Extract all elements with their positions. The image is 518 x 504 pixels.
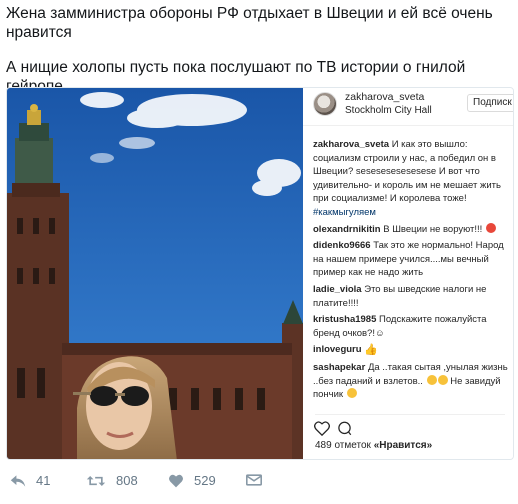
follow-button[interactable]: Подписк xyxy=(467,94,513,112)
comment-username[interactable]: ladie_viola xyxy=(313,284,362,295)
caption-username[interactable]: zakharova_sveta xyxy=(313,139,389,150)
direct-message-button[interactable] xyxy=(246,473,272,487)
like-button[interactable]: 529 xyxy=(168,473,216,488)
retweet-icon xyxy=(86,475,106,486)
comment-username[interactable]: olexandrnikitin xyxy=(313,224,381,235)
likes-count-number: 489 отметок xyxy=(315,440,371,451)
retweet-button[interactable]: 808 xyxy=(86,473,138,488)
sad-emoji-icon xyxy=(426,374,437,385)
reply-count: 41 xyxy=(36,473,51,488)
comment-item: sashapekar Да ..такая сытая ,унылая жизн… xyxy=(313,361,511,402)
avatar[interactable] xyxy=(313,92,337,116)
post-location[interactable]: Stockholm City Hall xyxy=(345,105,432,116)
comment-item: inloveguru 👍 xyxy=(313,343,511,358)
likes-word: «Нравится» xyxy=(373,440,433,451)
likes-count[interactable]: 489 отметок «Нравится» xyxy=(315,440,432,451)
post-actions xyxy=(314,414,505,436)
comment-username[interactable]: inloveguru xyxy=(313,344,362,355)
comment-item: kristusha1985 Подскажите пожалуйста брен… xyxy=(313,313,511,340)
post-caption: zakharova_sveta И как это вышло: социали… xyxy=(313,138,511,220)
laugh-emoji-icon xyxy=(346,388,357,399)
tweet-action-bar: 41 808 529 xyxy=(6,470,512,494)
like-count: 529 xyxy=(194,473,216,488)
tweet-line-1: Жена замминистра обороны РФ отдыхает в Ш… xyxy=(6,5,493,41)
retweet-count: 808 xyxy=(116,473,138,488)
comment-item: didenko9666 Так это же нормально! Народ … xyxy=(313,239,511,280)
heart-icon[interactable] xyxy=(314,421,330,436)
post-side-panel: zakharova_sveta Stockholm City Hall Подп… xyxy=(303,88,513,459)
smile-emoji-icon xyxy=(485,222,496,233)
envelope-icon xyxy=(246,474,262,486)
comments-list: zakharova_sveta И как это вышло: социали… xyxy=(313,138,511,405)
comment-item: olexandrnikitin В Швеции не воруют!!! xyxy=(313,222,511,237)
thumbs-up-emoji-icon: 👍 xyxy=(364,344,378,357)
post-username[interactable]: zakharova_sveta xyxy=(345,91,424,103)
comment-username[interactable]: kristusha1985 xyxy=(313,314,376,325)
reply-button[interactable]: 41 xyxy=(10,473,50,488)
stockholm-city-hall-photo xyxy=(7,88,303,459)
comment-username[interactable]: didenko9666 xyxy=(313,240,371,251)
post-photo[interactable] xyxy=(7,88,303,459)
comment-text: В Швеции не воруют!!! xyxy=(383,223,483,235)
sad-emoji-icon xyxy=(437,374,448,385)
caption-hashtag[interactable]: #какмыгуляем xyxy=(313,207,376,218)
comment-icon[interactable] xyxy=(337,421,352,436)
reply-icon xyxy=(10,474,26,487)
comment-item: ladie_viola Это вы шведские налоги не пл… xyxy=(313,283,511,310)
post-header: zakharova_sveta Stockholm City Hall Подп… xyxy=(303,88,513,126)
heart-icon xyxy=(169,474,183,487)
comment-username[interactable]: sashapekar xyxy=(313,362,365,373)
instagram-embed[interactable]: zakharova_sveta Stockholm City Hall Подп… xyxy=(6,87,514,460)
